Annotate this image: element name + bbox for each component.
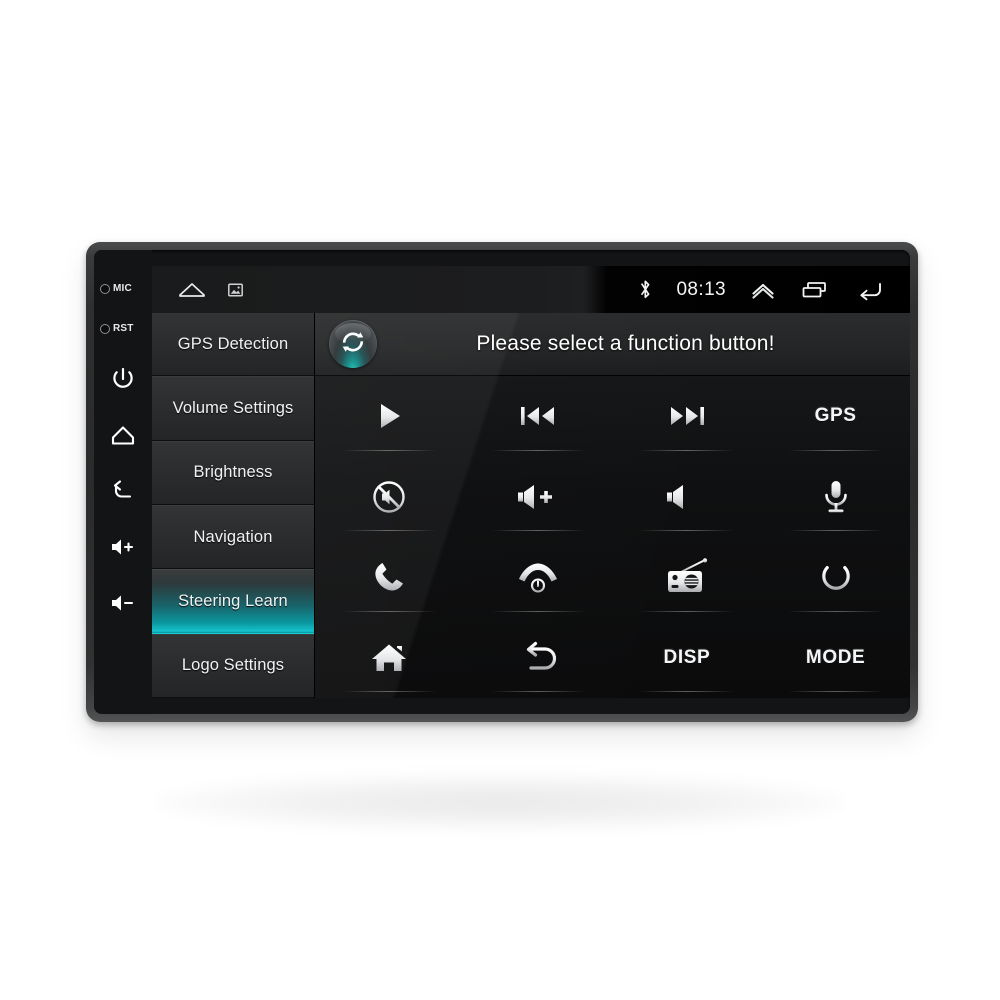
device-drop-shadow bbox=[155, 775, 845, 830]
lcd-screen: 08:13 GPS Detection Volume Settings Brig… bbox=[152, 266, 910, 698]
hardware-button-strip: MIC RST bbox=[94, 250, 152, 714]
settings-sidebar: GPS Detection Volume Settings Brightness… bbox=[152, 313, 315, 698]
mic-label: MIC bbox=[113, 283, 132, 294]
hw-volume-up-button[interactable] bbox=[106, 530, 140, 564]
device-inner-frame: MIC RST 08:13 GPS Detection Volume Setti… bbox=[94, 250, 910, 714]
volume-up-icon bbox=[108, 535, 138, 559]
sidebar-item-logo-settings[interactable]: Logo Settings bbox=[152, 633, 314, 698]
function-button-grid: GPS DISP MODE bbox=[315, 376, 910, 698]
disp-button[interactable]: DISP bbox=[613, 618, 762, 699]
reset-hole-dot[interactable] bbox=[100, 324, 110, 334]
hw-home-button[interactable] bbox=[106, 418, 140, 452]
home-button[interactable] bbox=[315, 618, 464, 699]
mic-hole: MIC bbox=[96, 282, 150, 296]
microphone-icon bbox=[820, 477, 852, 517]
next-button[interactable] bbox=[613, 376, 762, 457]
power-icon bbox=[110, 366, 136, 392]
sidebar-item-label: Volume Settings bbox=[172, 398, 294, 417]
volume-down-button[interactable] bbox=[613, 457, 762, 538]
status-bar-right: 08:13 bbox=[639, 279, 910, 301]
volume-up-icon bbox=[515, 481, 561, 513]
refresh-cycle-icon bbox=[337, 326, 369, 363]
mode-button[interactable]: MODE bbox=[761, 618, 910, 699]
mode-label: MODE bbox=[805, 646, 866, 668]
reset-label: RST bbox=[113, 323, 134, 334]
next-track-icon bbox=[666, 400, 708, 432]
reset-hole[interactable]: RST bbox=[96, 322, 150, 336]
gps-label: GPS bbox=[814, 405, 857, 427]
pane-header: Please select a function button! bbox=[315, 313, 910, 376]
back-button[interactable] bbox=[464, 618, 613, 699]
pane-title: Please select a function button! bbox=[476, 332, 775, 355]
previous-track-icon bbox=[517, 400, 559, 432]
radio-button[interactable] bbox=[613, 537, 762, 618]
play-icon bbox=[370, 397, 408, 435]
gps-button[interactable]: GPS bbox=[761, 376, 910, 457]
chevron-up-icon[interactable] bbox=[750, 280, 776, 300]
sidebar-item-brightness[interactable]: Brightness bbox=[152, 440, 314, 505]
refresh-button[interactable] bbox=[329, 320, 377, 368]
sidebar-item-steering-learn[interactable]: Steering Learn bbox=[152, 569, 314, 634]
status-bar-clock: 08:13 bbox=[676, 278, 726, 300]
volume-down-icon bbox=[664, 481, 710, 513]
screenshot-icon[interactable] bbox=[228, 283, 243, 297]
car-head-unit-device: MIC RST 08:13 GPS Detection Volume Setti… bbox=[86, 242, 918, 722]
sidebar-item-label: GPS Detection bbox=[177, 334, 289, 353]
radio-icon bbox=[664, 558, 710, 596]
voice-button[interactable] bbox=[761, 457, 910, 538]
bluetooth-icon bbox=[639, 279, 652, 300]
power-icon bbox=[817, 558, 855, 596]
power-button[interactable] bbox=[761, 537, 910, 618]
recents-icon[interactable] bbox=[800, 279, 830, 301]
sidebar-item-label: Logo Settings bbox=[181, 656, 285, 675]
back-arrow-icon bbox=[109, 478, 137, 504]
mic-hole-dot bbox=[100, 284, 110, 294]
sidebar-item-gps-detection[interactable]: GPS Detection bbox=[152, 313, 314, 377]
sidebar-item-volume-settings[interactable]: Volume Settings bbox=[152, 376, 314, 441]
play-button[interactable] bbox=[315, 376, 464, 457]
volume-up-button[interactable] bbox=[464, 457, 613, 538]
hw-volume-down-button[interactable] bbox=[106, 586, 140, 620]
steering-learn-pane: Please select a function button! GPS DIS… bbox=[315, 313, 910, 698]
call-end-button[interactable] bbox=[464, 537, 613, 618]
hw-power-button[interactable] bbox=[106, 362, 140, 396]
home-icon bbox=[109, 422, 137, 448]
sidebar-item-navigation[interactable]: Navigation bbox=[152, 504, 314, 570]
home-filled-icon bbox=[368, 639, 410, 677]
phone-icon bbox=[370, 558, 408, 596]
screenshot-root: MIC RST 08:13 GPS Detection Volume Setti… bbox=[0, 0, 1000, 1000]
hw-back-button[interactable] bbox=[106, 474, 140, 508]
home-outline-icon[interactable] bbox=[177, 279, 207, 301]
disp-label: DISP bbox=[663, 646, 711, 668]
mute-icon bbox=[370, 478, 408, 516]
hang-up-icon bbox=[515, 560, 561, 594]
screen-body: GPS Detection Volume Settings Brightness… bbox=[152, 313, 910, 698]
status-bar-left bbox=[152, 279, 243, 301]
call-answer-button[interactable] bbox=[315, 537, 464, 618]
mute-button[interactable] bbox=[315, 457, 464, 538]
volume-down-icon bbox=[108, 591, 138, 615]
android-status-bar: 08:13 bbox=[152, 266, 910, 313]
previous-button[interactable] bbox=[464, 376, 613, 457]
back-icon[interactable] bbox=[854, 279, 884, 301]
sidebar-item-label: Navigation bbox=[193, 527, 273, 546]
sidebar-item-label: Brightness bbox=[193, 463, 273, 482]
sidebar-item-label: Steering Learn bbox=[178, 591, 288, 610]
return-arrow-icon bbox=[518, 639, 558, 677]
